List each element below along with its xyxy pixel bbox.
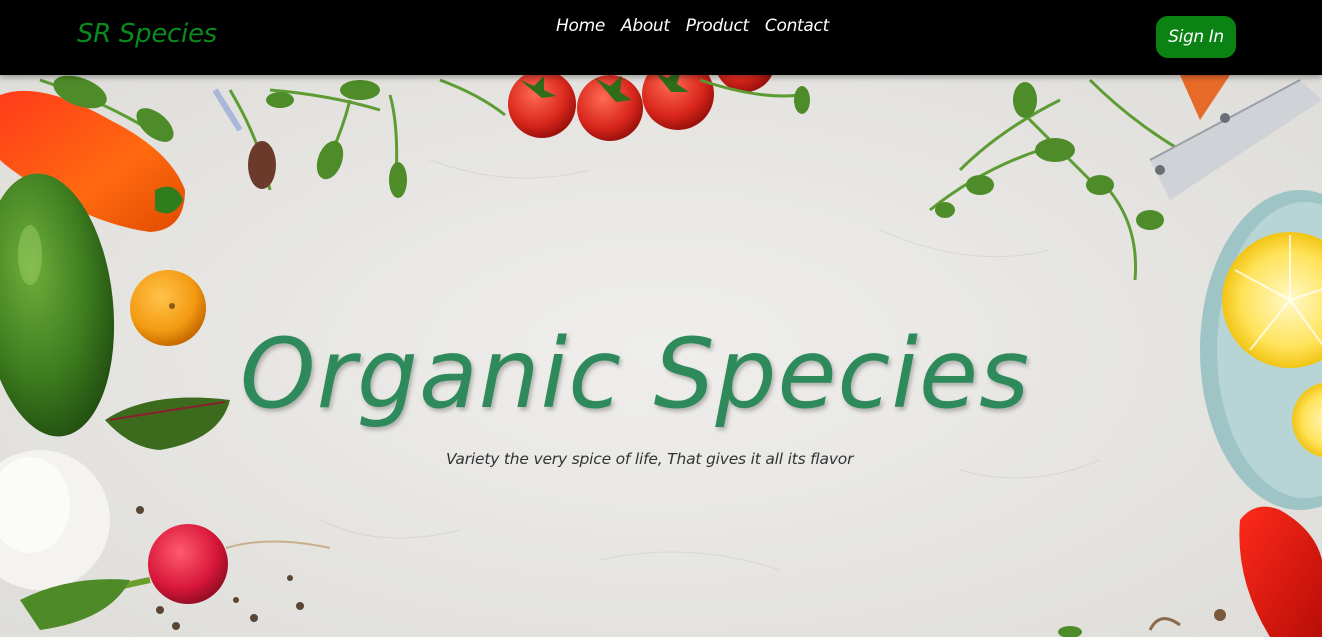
sign-in-button[interactable]: Sign In	[1156, 16, 1236, 58]
nav-link-home[interactable]: Home	[556, 16, 605, 36]
top-navbar: SR Species Home About Product Contact Si…	[0, 0, 1322, 75]
main-nav: Home About Product Contact	[556, 16, 829, 36]
hero-title: Organic Species	[240, 318, 1031, 430]
hero-subtitle: Variety the very spice of life, That giv…	[446, 450, 854, 468]
nav-link-about[interactable]: About	[621, 16, 670, 36]
nav-link-product[interactable]: Product	[686, 16, 749, 36]
landing-page: SR Species Home About Product Contact Si…	[0, 0, 1322, 637]
brand-logo[interactable]: SR Species	[77, 19, 217, 49]
nav-link-contact[interactable]: Contact	[765, 16, 829, 36]
